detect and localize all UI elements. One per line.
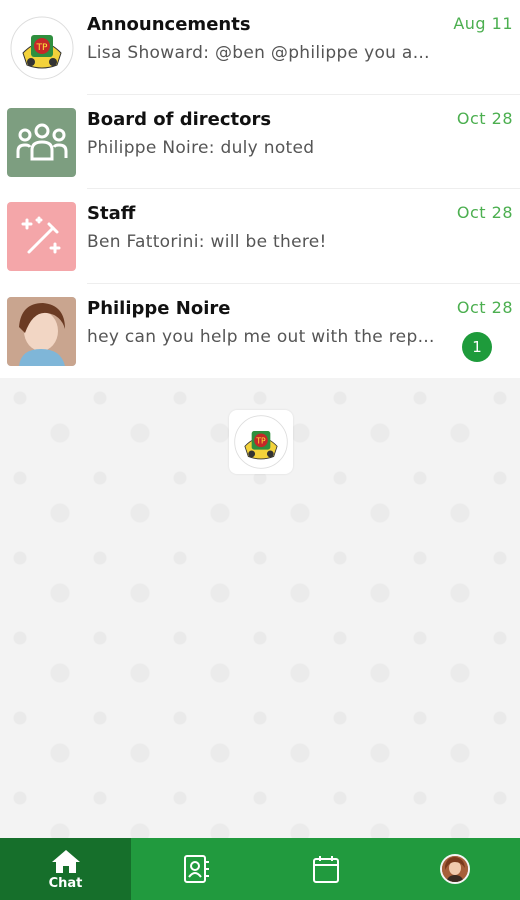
chat-name: Philippe Noire (87, 297, 231, 319)
group-icon (16, 123, 67, 161)
school-logo-icon: TP (10, 16, 73, 79)
nav-contacts-tab[interactable] (131, 838, 261, 900)
chat-row-announcements[interactable]: TP Announcements Lisa Showard: @ben @phi… (0, 0, 520, 95)
profile-photo-icon (442, 856, 469, 882)
nav-profile-tab[interactable] (390, 838, 520, 900)
profile-avatar (440, 854, 471, 884)
svg-text:TP: TP (255, 437, 266, 446)
school-logo-avatar: TP (7, 13, 76, 82)
chat-preview: hey can you help me out with the report? (87, 326, 436, 347)
chat-row-philippe-noire[interactable]: Philippe Noire hey can you help me out w… (0, 284, 520, 379)
chat-date: Aug 11 (453, 14, 513, 33)
bottom-nav: Chat (0, 838, 520, 900)
nav-chat-label: Chat (48, 875, 83, 891)
center-school-logo: TP (229, 410, 293, 474)
chat-preview: Philippe Noire: duly noted (87, 137, 315, 158)
svg-text:TP: TP (35, 43, 47, 53)
magic-wand-icon (21, 216, 60, 253)
home-icon (51, 849, 80, 873)
staff-avatar (7, 202, 76, 271)
user-photo-icon (7, 296, 76, 366)
chat-name: Announcements (87, 14, 251, 35)
chat-row-board-of-directors[interactable]: Board of directors Philippe Noire: duly … (0, 95, 520, 189)
chat-date: Oct 28 (456, 297, 513, 317)
contacts-icon (183, 855, 209, 883)
chat-row-staff[interactable]: Staff Ben Fattorini: will be there! Oct … (0, 189, 520, 284)
group-avatar (7, 107, 76, 177)
nav-calendar-tab[interactable] (261, 838, 391, 900)
user-photo-avatar (7, 296, 76, 366)
chat-date: Oct 28 (456, 108, 513, 128)
chat-date: Oct 28 (456, 203, 513, 222)
chat-list: TP Announcements Lisa Showard: @ben @phi… (0, 0, 520, 378)
calendar-icon (312, 856, 339, 883)
school-logo-icon: TP (234, 415, 288, 469)
nav-chat-tab[interactable]: Chat (0, 838, 131, 900)
chat-preview: Lisa Showard: @ben @philippe you are nee… (87, 43, 436, 63)
chat-preview: Ben Fattorini: will be there! (87, 232, 327, 252)
chat-name: Staff (87, 203, 136, 224)
chat-name: Board of directors (87, 108, 272, 130)
unread-badge: 1 (462, 331, 492, 362)
